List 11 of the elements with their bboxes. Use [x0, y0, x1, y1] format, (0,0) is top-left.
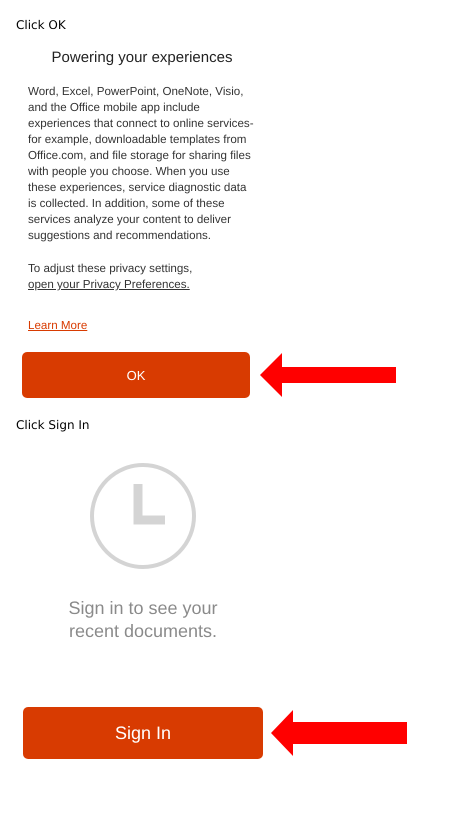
instruction-text: Click Sign In: [16, 418, 91, 432]
sign-in-message: Sign in to see your recent documents.: [67, 597, 219, 643]
learn-more-link[interactable]: Learn More: [28, 319, 88, 332]
sign-in-button[interactable]: Sign In: [23, 707, 263, 759]
body-text: Word, Excel, PowerPoint, OneNote, Visio, and the Office mobile app include experiences that connect to online services-for example, downloadable templates from Office.com, and file storage for sharing files with people you choose. When you use these experiences, service diagnostic data is collected. In addition, some of these services analyze your content to deliver suggestions and recommendations.: [28, 84, 255, 244]
ok-button[interactable]: OK: [22, 352, 250, 398]
dialog-title: Powering your experiences: [50, 49, 234, 66]
privacy-link[interactable]: open your Privacy Preferences.: [28, 278, 190, 291]
clock-icon: [89, 462, 197, 570]
instruction-text: Click OK: [16, 17, 67, 32]
privacy-text: To adjust these privacy settings, open your Privacy Preferences.: [28, 261, 194, 293]
